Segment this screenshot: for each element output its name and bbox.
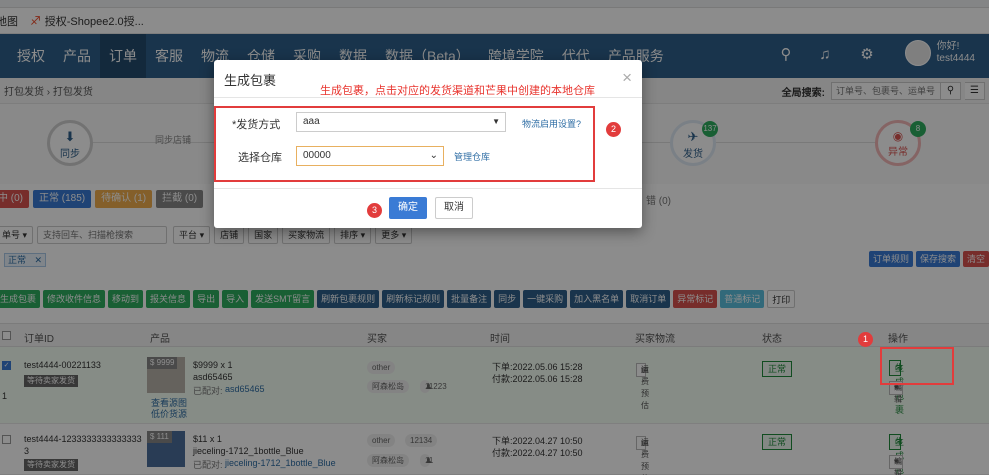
caret-down-icon: ▼	[492, 117, 500, 126]
ship-method-label: *发货方式	[232, 119, 281, 131]
logistics-settings-link[interactable]: 物流启用设置?	[522, 117, 581, 130]
highlight-box	[880, 347, 954, 385]
marker-3: 3	[367, 203, 382, 218]
warehouse-label: 选择仓库	[238, 152, 282, 164]
dialog-annotation: 生成包裹，点击对应的发货渠道和芒果中创建的本地仓库	[320, 85, 595, 97]
marker-1: 1	[858, 332, 873, 347]
warehouse-select[interactable]: 00000 ⌄	[296, 146, 444, 166]
ship-method-value: aaa	[303, 116, 320, 127]
marker-2: 2	[606, 122, 621, 137]
warehouse-value: 00000	[303, 150, 331, 161]
ship-method-select[interactable]: aaa ▼	[296, 112, 506, 132]
manage-warehouse-link[interactable]: 管理仓库	[454, 150, 490, 163]
dialog-header: 生成包裹 生成包裹，点击对应的发货渠道和芒果中创建的本地仓库 ×	[214, 60, 642, 98]
cancel-button[interactable]: 取消	[435, 197, 473, 219]
dialog-footer	[214, 188, 642, 228]
chevron-down-icon: ⌄	[429, 150, 438, 161]
close-icon[interactable]: ×	[622, 68, 632, 88]
generate-package-dialog: 生成包裹 生成包裹，点击对应的发货渠道和芒果中创建的本地仓库 × *发货方式 a…	[214, 60, 642, 228]
confirm-button[interactable]: 确定	[389, 197, 427, 219]
dialog-title: 生成包裹	[224, 73, 277, 88]
